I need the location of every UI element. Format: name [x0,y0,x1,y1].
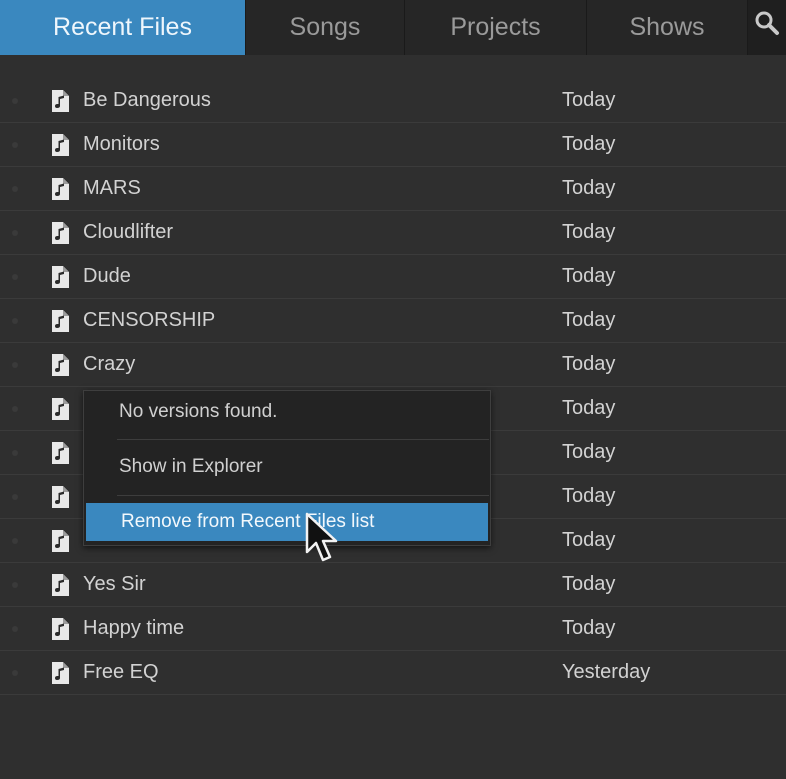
file-date: Today [562,309,616,331]
song-file-icon [49,353,71,377]
row-marker [12,626,18,632]
file-date: Today [562,177,616,199]
file-date: Today [562,529,616,551]
song-file-icon [49,221,71,245]
row-marker [12,318,18,324]
file-name: MARS [83,177,141,199]
row-marker [12,406,18,412]
list-item[interactable]: MARS Today [0,167,786,211]
tab-projects[interactable]: Projects [405,0,587,55]
song-file-icon [49,529,71,553]
row-marker [12,450,18,456]
file-date: Today [562,485,616,507]
file-date: Today [562,133,616,155]
song-file-icon [49,89,71,113]
file-name: Monitors [83,133,160,155]
list-item[interactable]: CENSORSHIP Today [0,299,786,343]
menu-separator [117,439,489,440]
list-item[interactable]: Happy time Today [0,607,786,651]
menu-item-no-versions: No versions found. [119,401,278,422]
row-marker [12,582,18,588]
tab-shows[interactable]: Shows [587,0,748,55]
list-item[interactable]: Dude Today [0,255,786,299]
tab-recent-files[interactable]: Recent Files [0,0,246,55]
file-date: Today [562,221,616,243]
file-date: Today [562,617,616,639]
menu-item-remove-from-recent[interactable]: Remove from Recent Files list [86,503,488,541]
list-item[interactable]: Be Dangerous Today [0,79,786,123]
row-marker [12,362,18,368]
menu-separator [117,495,489,496]
file-date: Today [562,353,616,375]
list-item[interactable]: Cloudlifter Today [0,211,786,255]
song-file-icon [49,661,71,685]
file-date: Today [562,89,616,111]
song-file-icon [49,177,71,201]
search-button[interactable] [748,0,786,55]
song-file-icon [49,441,71,465]
row-marker [12,538,18,544]
song-file-icon [49,617,71,641]
song-file-icon [49,309,71,333]
row-marker [12,670,18,676]
file-name: Crazy [83,353,136,375]
file-name: Free EQ [83,661,159,683]
song-file-icon [49,133,71,157]
row-marker [12,98,18,104]
song-file-icon [49,265,71,289]
song-file-icon [49,485,71,509]
file-date: Today [562,573,616,595]
row-marker [12,494,18,500]
file-name: Cloudlifter [83,221,174,243]
file-name: Yes Sir [83,573,146,595]
file-name: Be Dangerous [83,89,211,111]
browser-tab-bar: Recent Files Songs Projects Shows [0,0,786,55]
file-date: Yesterday [562,661,651,683]
search-icon [755,11,779,35]
song-file-icon [49,397,71,421]
list-item[interactable]: Crazy Today [0,343,786,387]
file-name: CENSORSHIP [83,309,216,331]
list-item[interactable]: Free EQ Yesterday [0,651,786,695]
file-name: Dude [83,265,131,287]
row-marker [12,142,18,148]
song-file-icon [49,573,71,597]
file-name: Happy time [83,617,185,639]
file-date: Today [562,397,616,419]
tab-songs[interactable]: Songs [246,0,405,55]
context-menu: No versions found. Show in Explorer Remo… [83,390,491,546]
file-date: Today [562,265,616,287]
row-marker [12,230,18,236]
mouse-cursor-icon [305,512,338,562]
file-date: Today [562,441,616,463]
list-item[interactable]: Monitors Today [0,123,786,167]
menu-item-show-in-explorer[interactable]: Show in Explorer [84,448,490,486]
row-marker [12,274,18,280]
row-marker [12,186,18,192]
list-item[interactable]: Yes Sir Today [0,563,786,607]
